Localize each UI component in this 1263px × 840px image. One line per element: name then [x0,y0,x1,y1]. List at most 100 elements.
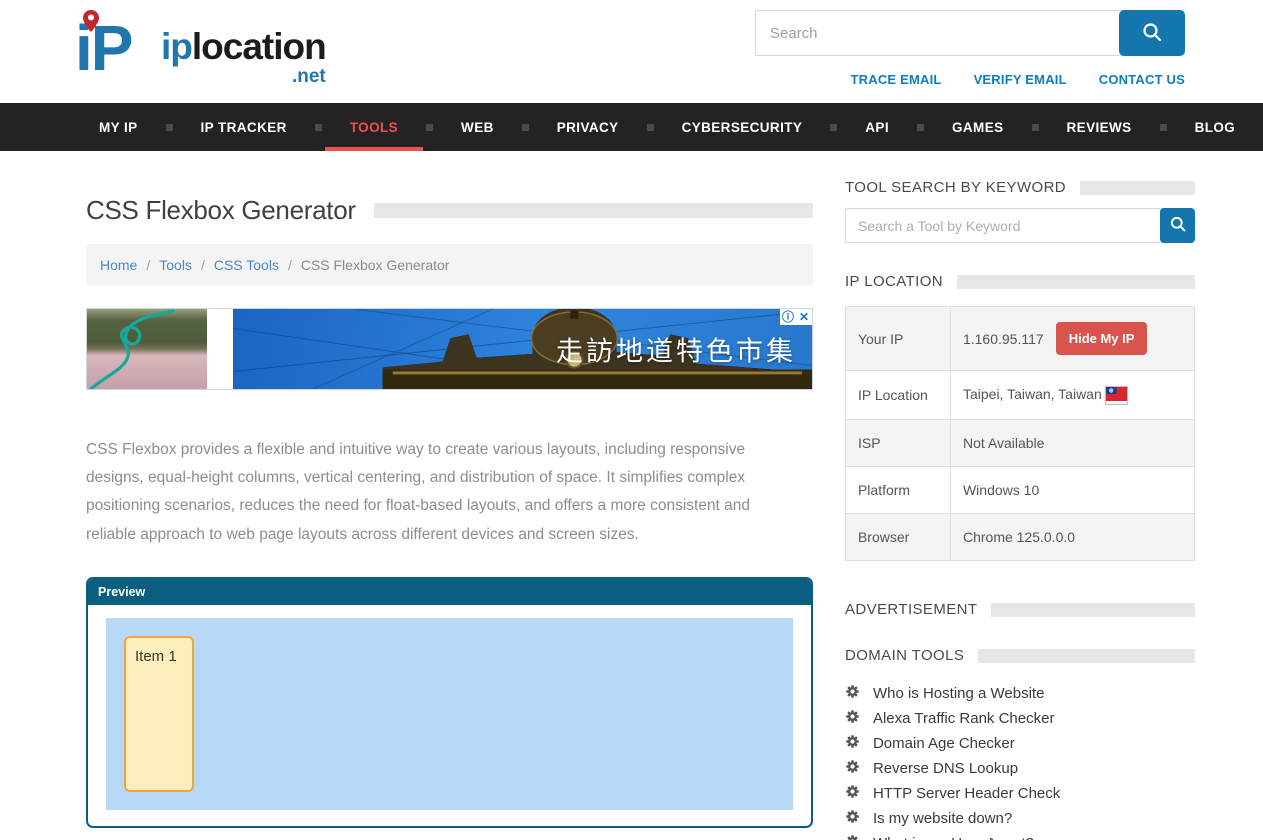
heading-bar [957,275,1195,289]
sidebar: TOOL SEARCH BY KEYWORD IP LOCATION Y [845,179,1195,840]
breadcrumb-home[interactable]: Home [100,257,137,273]
tool-search-heading-label: TOOL SEARCH BY KEYWORD [845,179,1066,196]
nav-item-blog[interactable]: BLOG [1182,103,1249,151]
breadcrumb-css-tools[interactable]: CSS Tools [214,257,279,273]
logo-text-ip: ip [161,26,192,67]
domain-tool-link[interactable]: Who is Hosting a Website [873,685,1044,702]
domain-tool-link[interactable]: What is my User Agent? [873,835,1034,840]
your-ip-value: 1.160.95.117 [963,331,1044,347]
row-value: Chrome 125.0.0.0 [950,514,1194,561]
list-item: Domain Age Checker [845,731,1195,756]
search-icon [1141,21,1163,46]
nav-separator [830,124,837,131]
nav-item-games[interactable]: GAMES [939,103,1017,151]
preview-panel: Preview Item 1 [86,577,813,828]
table-row: Your IP 1.160.95.117 Hide My IP [845,307,1194,371]
nav-item-api[interactable]: API [852,103,902,151]
ad-gap [207,309,233,389]
logo-text: iplocation .net [161,28,326,86]
row-label: ISP [845,420,950,467]
domain-tool-link[interactable]: Domain Age Checker [873,735,1015,752]
site-logo[interactable]: iP iplocation .net [75,10,326,90]
logo-text-location: location [192,26,326,67]
list-item: Reverse DNS Lookup [845,756,1195,781]
table-row: Platform Windows 10 [845,467,1194,514]
ad-image-left [87,309,207,389]
heading-bar [978,649,1195,663]
hide-my-ip-button[interactable]: Hide My IP [1056,322,1148,355]
table-row: IP Location Taipei, Taiwan, Taiwan [845,371,1194,420]
preview-panel-title: Preview [88,579,811,605]
header-links: TRACE EMAIL VERIFY EMAIL CONTACT US [755,72,1185,87]
ad-image-right: 走訪地道特色市集 ⓘ ✕ [233,309,812,389]
domain-tools-list: Who is Hosting a Website Alexa Traffic R… [845,681,1195,840]
ip-location-table: Your IP 1.160.95.117 Hide My IP IP Locat… [845,306,1195,561]
tool-search-heading: TOOL SEARCH BY KEYWORD [845,179,1195,196]
preview-panel-body: Item 1 [88,605,811,826]
ip-location-value: Taipei, Taiwan, Taiwan [963,386,1102,402]
row-label: IP Location [845,371,950,420]
flex-item-1[interactable]: Item 1 [124,636,194,792]
title-row: CSS Flexbox Generator [86,195,813,226]
site-search [755,10,1185,56]
ad-controls: ⓘ ✕ [780,309,812,325]
header-right: TRACE EMAIL VERIFY EMAIL CONTACT US [755,10,1185,87]
domain-tool-link[interactable]: Alexa Traffic Rank Checker [873,710,1054,727]
search-input[interactable] [755,10,1123,56]
advertisement-heading: ADVERTISEMENT [845,601,1195,618]
nav-item-my-ip[interactable]: MY IP [86,103,151,151]
trace-email-link[interactable]: TRACE EMAIL [851,72,942,87]
row-label: Browser [845,514,950,561]
nav-separator [1160,124,1167,131]
ip-location-heading-label: IP LOCATION [845,273,943,290]
list-item: Alexa Traffic Rank Checker [845,706,1195,731]
nav-item-tools[interactable]: TOOLS [337,103,411,151]
list-item: Is my website down? [845,806,1195,831]
main-nav: MY IP IP TRACKER TOOLS WEB PRIVACY CYBER… [0,103,1263,151]
breadcrumb-separator: / [288,257,292,273]
tool-search-button[interactable] [1160,208,1195,243]
heading-bar [991,603,1195,617]
domain-tool-link[interactable]: Reverse DNS Lookup [873,760,1018,777]
row-value: Not Available [950,420,1194,467]
tool-description: CSS Flexbox provides a flexible and intu… [86,436,786,549]
table-row: Browser Chrome 125.0.0.0 [845,514,1194,561]
gear-icon [845,684,860,704]
taiwan-flag-icon [1106,387,1127,404]
page-title: CSS Flexbox Generator [86,195,356,226]
nav-separator [917,124,924,131]
ad-close-icon[interactable]: ✕ [796,309,812,325]
heading-bar [374,203,813,218]
logo-text-net: .net [161,67,326,86]
gear-icon [845,734,860,754]
nav-item-cybersecurity[interactable]: CYBERSECURITY [669,103,816,151]
nav-item-ip-tracker[interactable]: IP TRACKER [188,103,300,151]
breadcrumb-tools[interactable]: Tools [159,257,192,273]
domain-tool-link[interactable]: Is my website down? [873,810,1012,827]
nav-item-reviews[interactable]: REVIEWS [1054,103,1145,151]
nav-separator [315,124,322,131]
ad-banner[interactable]: 走訪地道特色市集 ⓘ ✕ [86,308,813,390]
breadcrumb-separator: / [146,257,150,273]
nav-separator [647,124,654,131]
flex-container: Item 1 [106,618,793,810]
search-icon [1169,215,1187,236]
search-button[interactable] [1119,10,1185,56]
ad-info-icon[interactable]: ⓘ [780,309,796,325]
tool-search [845,208,1195,243]
row-value: Windows 10 [950,467,1194,514]
verify-email-link[interactable]: VERIFY EMAIL [974,72,1067,87]
breadcrumb-current: CSS Flexbox Generator [301,257,450,273]
contact-us-link[interactable]: CONTACT US [1099,72,1185,87]
page: iP iplocation .net TRACE EMAIL [0,0,1263,840]
nav-item-web[interactable]: WEB [448,103,507,151]
row-label: Your IP [845,307,950,371]
tool-search-input[interactable] [845,208,1163,243]
ip-location-heading: IP LOCATION [845,273,1195,290]
domain-tool-link[interactable]: HTTP Server Header Check [873,785,1060,802]
nav-item-privacy[interactable]: PRIVACY [544,103,632,151]
breadcrumb: Home / Tools / CSS Tools / CSS Flexbox G… [86,244,813,286]
domain-tools-heading: DOMAIN TOOLS [845,647,1195,664]
list-item: HTTP Server Header Check [845,781,1195,806]
table-row: ISP Not Available [845,420,1194,467]
